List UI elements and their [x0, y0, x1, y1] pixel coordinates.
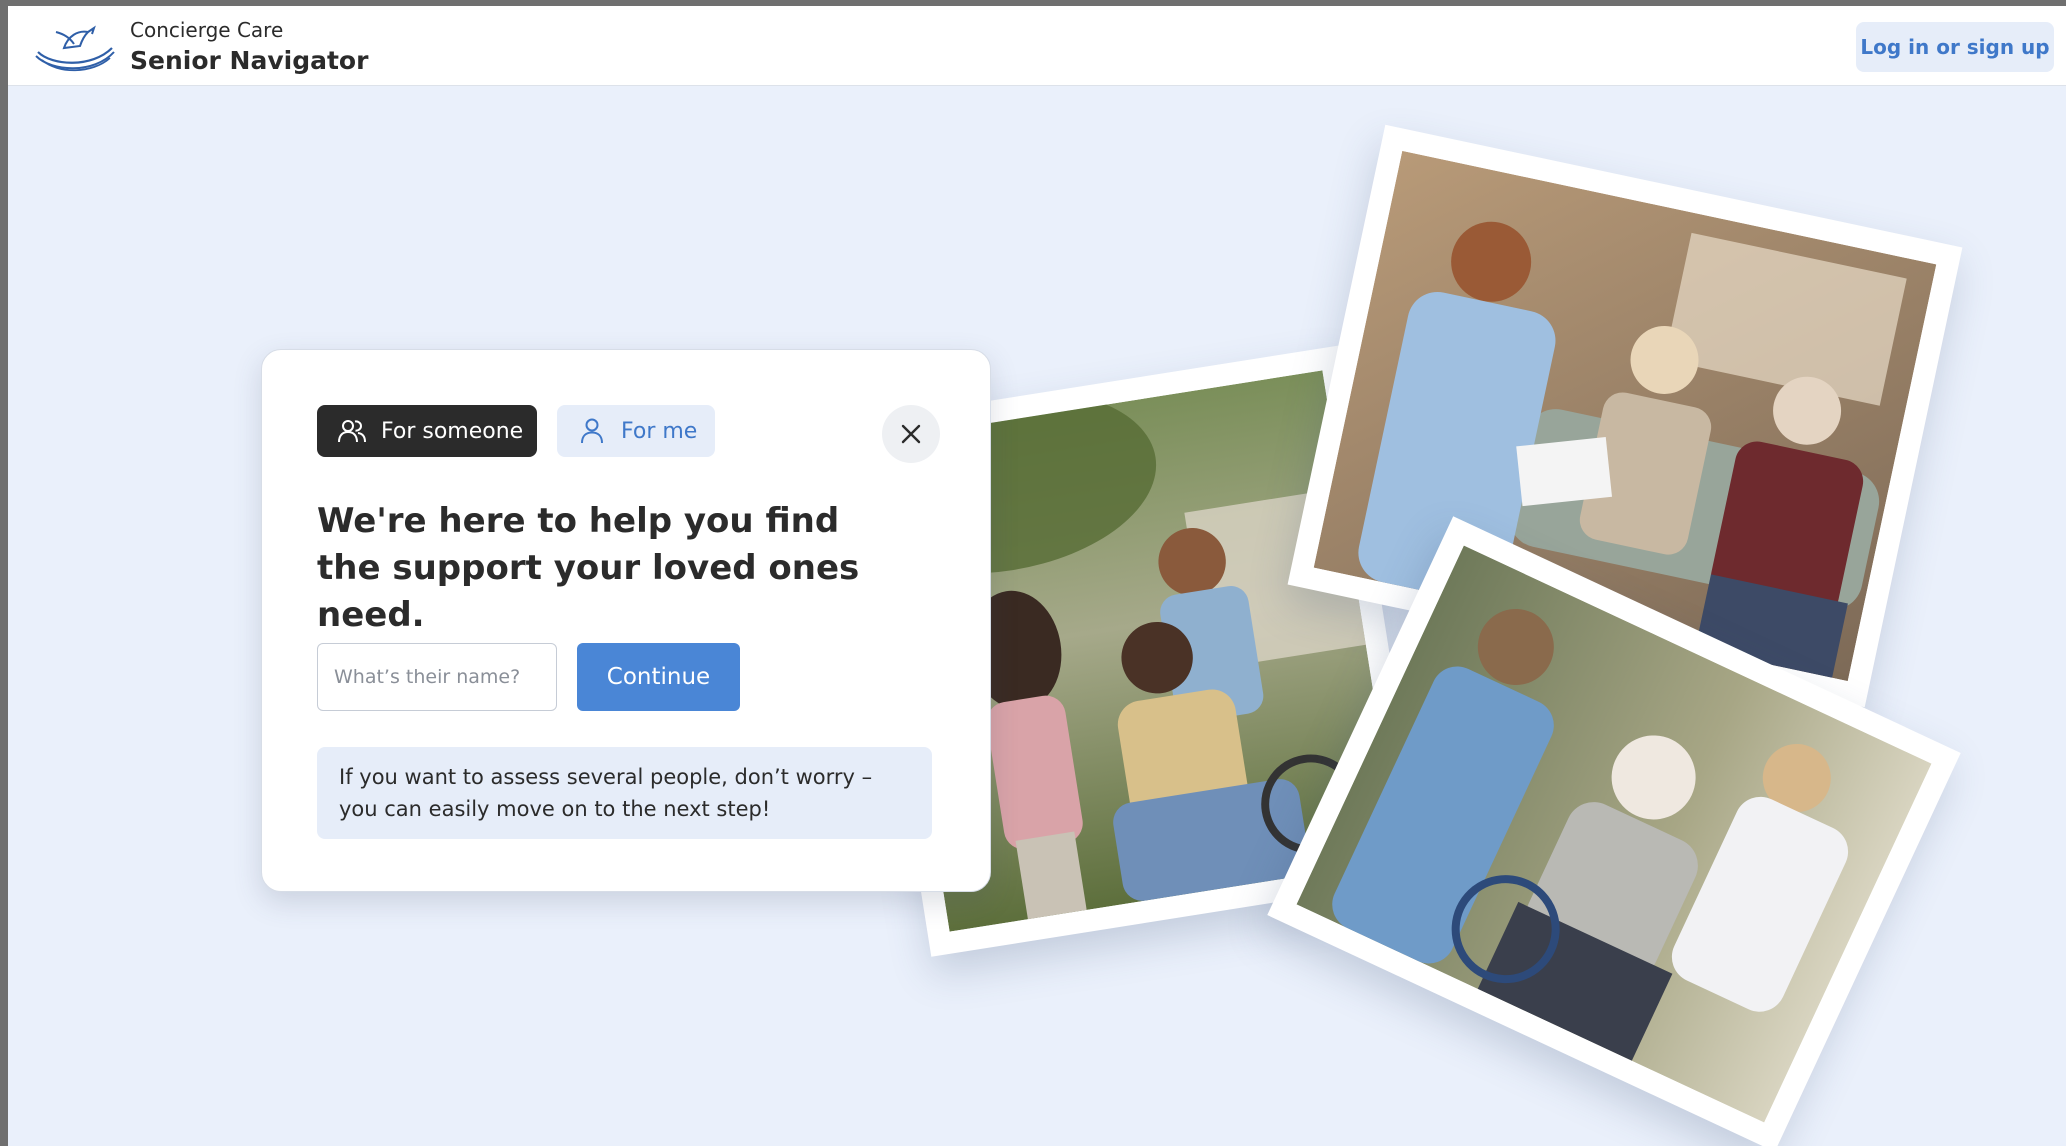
people-icon: [338, 420, 366, 443]
brand-title[interactable]: Senior Navigator: [130, 46, 368, 75]
top-bar: Concierge Care Senior Navigator Log in o…: [8, 6, 2066, 86]
dove-nest-icon[interactable]: [34, 18, 116, 76]
close-icon: [901, 424, 921, 444]
close-button[interactable]: [882, 405, 940, 463]
brand-subtitle: Concierge Care: [130, 18, 284, 42]
tab-for-someone[interactable]: For someone: [317, 405, 537, 457]
tab-for-me-label: For me: [621, 418, 698, 444]
card-headline: We're here to help you find the support …: [317, 501, 860, 635]
assessment-card: For someone For me We're here to help yo…: [261, 349, 991, 892]
login-signup-button[interactable]: Log in or sign up: [1856, 22, 2054, 72]
app-window: Concierge Care Senior Navigator Log in o…: [8, 6, 2066, 1146]
tab-for-me[interactable]: For me: [557, 405, 715, 457]
tab-for-someone-label: For someone: [381, 418, 524, 444]
continue-button[interactable]: Continue: [577, 643, 740, 711]
person-icon: [581, 418, 603, 444]
name-input[interactable]: [317, 643, 557, 711]
info-note: If you want to assess several people, do…: [317, 747, 932, 839]
